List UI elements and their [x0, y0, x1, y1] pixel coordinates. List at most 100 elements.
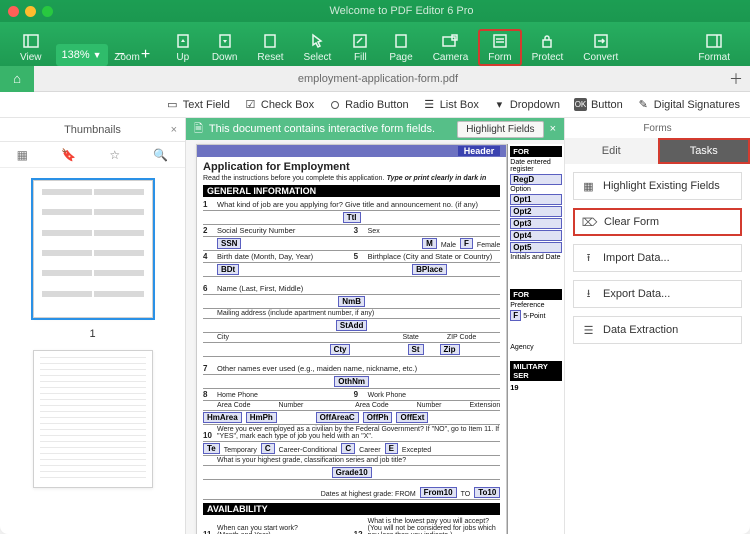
- text-field-icon: ▭: [166, 98, 179, 111]
- check-box-icon: ☑: [244, 98, 257, 111]
- thumbnail-page-1[interactable]: [33, 180, 153, 318]
- page-icon: [392, 32, 410, 50]
- forms-panel-title: Forms: [565, 118, 750, 138]
- home-tab-button[interactable]: ⌂: [0, 66, 34, 92]
- camera-button[interactable]: Camera: [423, 29, 479, 66]
- lock-icon: [538, 32, 556, 50]
- document-view: 🗎 This document contains interactive for…: [186, 118, 565, 534]
- field-opt2[interactable]: Opt2: [510, 206, 562, 217]
- field-city[interactable]: Cty: [330, 344, 351, 355]
- radio-button-tool[interactable]: Radio Button: [328, 98, 409, 111]
- close-thumbnails-button[interactable]: ×: [171, 124, 177, 136]
- page-down-icon: [216, 32, 234, 50]
- thumbnails-panel: Thumbnails × ▦ 🔖 ☆ 🔍 1: [0, 118, 186, 534]
- zoom-control: 138%▼ − +: [56, 44, 159, 66]
- field-5pt[interactable]: F: [510, 310, 521, 321]
- document-tab[interactable]: employment-application-form.pdf: [34, 73, 722, 85]
- document-scroll[interactable]: Header Application for Employment Read t…: [186, 140, 564, 534]
- banner-message: This document contains interactive form …: [209, 123, 435, 135]
- section-availability: AVAILABILITY: [203, 503, 500, 515]
- field-office-ext[interactable]: OffExt: [396, 412, 428, 423]
- field-name[interactable]: NmB: [338, 296, 365, 307]
- tab-edit[interactable]: Edit: [565, 138, 658, 164]
- tab-tasks[interactable]: Tasks: [658, 138, 750, 164]
- field-state[interactable]: St: [408, 344, 424, 355]
- panel-icon: [705, 32, 723, 50]
- close-banner-button[interactable]: ×: [550, 123, 556, 135]
- page-down-button[interactable]: Down: [202, 29, 248, 66]
- field-opt1[interactable]: Opt1: [510, 194, 562, 205]
- field-birthdate[interactable]: BDt: [217, 264, 239, 275]
- field-home-area[interactable]: HmArea: [203, 412, 242, 423]
- field-temp[interactable]: Te: [203, 443, 220, 454]
- select-button[interactable]: Select: [294, 29, 342, 66]
- field-opt5[interactable]: Opt5: [510, 242, 562, 253]
- field-home-phone[interactable]: HmPh: [246, 412, 277, 423]
- zoom-value[interactable]: 138%▼: [56, 44, 108, 66]
- import-icon: ⭱: [582, 249, 595, 268]
- camera-icon: [441, 32, 459, 50]
- thumbnails-list: 1: [0, 168, 185, 534]
- field-birthplace[interactable]: BPlace: [412, 264, 447, 275]
- field-ssn[interactable]: SSN: [217, 238, 241, 249]
- thumbnails-bookmark-button[interactable]: 🔖: [61, 148, 76, 162]
- form-button[interactable]: Form: [478, 29, 521, 66]
- field-to[interactable]: To10: [474, 487, 500, 498]
- field-from[interactable]: From10: [420, 487, 457, 498]
- field-other-names[interactable]: OthNm: [334, 376, 369, 387]
- window-controls: [8, 6, 53, 17]
- add-tab-button[interactable]: ＋: [722, 69, 750, 89]
- field-address[interactable]: StAdd: [336, 320, 368, 331]
- field-excepted[interactable]: E: [385, 443, 398, 454]
- thumbnail-page-2[interactable]: [33, 350, 153, 488]
- thumbnails-search-button[interactable]: 🔍: [153, 148, 168, 162]
- button-tool[interactable]: OKButton: [574, 98, 623, 111]
- field-career[interactable]: C: [341, 443, 355, 454]
- export-data-button[interactable]: ⭳Export Data...: [573, 280, 742, 308]
- view-button[interactable]: View: [10, 29, 52, 66]
- field-regd[interactable]: RegD: [510, 174, 562, 185]
- dropdown-tool[interactable]: ▾Dropdown: [493, 98, 560, 111]
- protect-button[interactable]: Protect: [522, 29, 574, 66]
- import-data-button[interactable]: ⭱Import Data...: [573, 244, 742, 272]
- convert-icon: [592, 32, 610, 50]
- header-field[interactable]: Header: [197, 145, 506, 157]
- page-button[interactable]: Page: [379, 29, 422, 66]
- tab-bar: ⌂ employment-application-form.pdf ＋: [0, 66, 750, 92]
- thumbnails-star-button[interactable]: ☆: [109, 148, 120, 162]
- page-up-button[interactable]: Up: [164, 29, 202, 66]
- digital-signatures-tool[interactable]: ✎Digital Signatures: [637, 98, 740, 111]
- field-zip[interactable]: Zip: [440, 344, 460, 355]
- highlight-fields-button[interactable]: Highlight Fields: [457, 121, 543, 138]
- home-icon: ⌂: [13, 71, 21, 86]
- field-office-phone[interactable]: OffPh: [363, 412, 393, 423]
- fill-button[interactable]: Fill: [341, 29, 379, 66]
- form-title: Application for Employment: [203, 161, 500, 173]
- format-button[interactable]: Format: [688, 29, 740, 66]
- section-general: GENERAL INFORMATION: [203, 185, 500, 197]
- fullscreen-window-button[interactable]: [42, 6, 53, 17]
- field-male[interactable]: M: [422, 238, 437, 249]
- highlight-existing-fields-button[interactable]: ▦Highlight Existing Fields: [573, 172, 742, 200]
- thumbnails-grid-button[interactable]: ▦: [17, 148, 28, 162]
- page-right-column: FOR Date entered register RegD Option Op…: [507, 144, 564, 534]
- field-title[interactable]: Ttl: [343, 212, 361, 223]
- field-grade[interactable]: Grade10: [332, 467, 372, 478]
- field-opt4[interactable]: Opt4: [510, 230, 562, 241]
- minimize-window-button[interactable]: [25, 6, 36, 17]
- text-field-tool[interactable]: ▭Text Field: [166, 98, 230, 111]
- field-female[interactable]: F: [460, 238, 473, 249]
- field-opt3[interactable]: Opt3: [510, 218, 562, 229]
- main-area: Thumbnails × ▦ 🔖 ☆ 🔍 1 🗎 This document c…: [0, 118, 750, 534]
- cursor-icon: [308, 32, 326, 50]
- check-box-tool[interactable]: ☑Check Box: [244, 98, 314, 111]
- reset-button[interactable]: Reset: [247, 29, 293, 66]
- close-window-button[interactable]: [8, 6, 19, 17]
- convert-button[interactable]: Convert: [573, 29, 628, 66]
- list-box-tool[interactable]: ☰List Box: [423, 98, 479, 111]
- field-office-area[interactable]: OffAreaC: [316, 412, 359, 423]
- field-cc[interactable]: C: [261, 443, 275, 454]
- page-content: Header Application for Employment Read t…: [196, 144, 507, 534]
- clear-form-button[interactable]: ⌦Clear Form: [573, 208, 742, 236]
- data-extraction-button[interactable]: ☰Data Extraction: [573, 316, 742, 344]
